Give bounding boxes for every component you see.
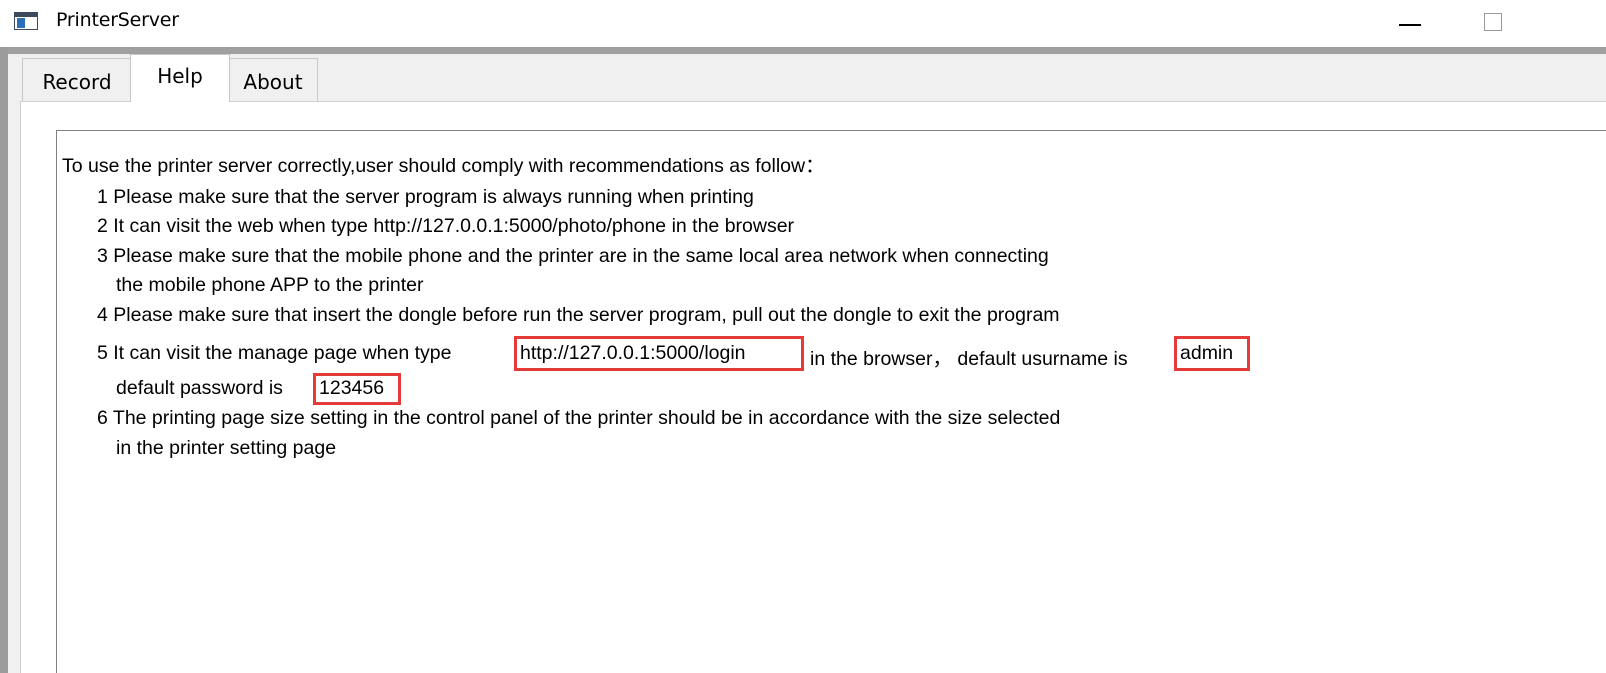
printer-server-window: PrinterServer Record Help About To use t… xyxy=(0,0,1606,673)
window-left-border xyxy=(0,47,8,673)
help-line-3: 3 Please make sure that the mobile phone… xyxy=(97,245,1049,267)
maximize-icon xyxy=(1484,13,1502,31)
titlebar-separator xyxy=(8,47,1606,54)
tab-about[interactable]: About xyxy=(228,58,318,101)
help-line-2: 2 It can visit the web when type http://… xyxy=(97,215,795,237)
help-line-6-continued: in the printer setting page xyxy=(116,437,337,459)
window-title: PrinterServer xyxy=(56,9,179,31)
minimize-button[interactable] xyxy=(1388,0,1434,46)
login-url-highlight: http://127.0.0.1:5000/login xyxy=(514,336,804,371)
default-username-highlight: admin xyxy=(1174,336,1250,371)
help-intro: To use the printer server correctly,user… xyxy=(62,155,825,177)
help-line-5-middle: in the browser， default usurname is xyxy=(810,348,1128,370)
help-text-box[interactable] xyxy=(56,130,1606,673)
app-window-icon[interactable] xyxy=(14,12,38,30)
help-line-4: 4 Please make sure that insert the dongl… xyxy=(97,304,1060,326)
help-line-5-password-label: default password is xyxy=(116,377,283,399)
title-bar[interactable]: PrinterServer xyxy=(0,0,1606,46)
help-line-6: 6 The printing page size setting in the … xyxy=(97,407,1061,429)
help-line-1: 1 Please make sure that the server progr… xyxy=(97,186,754,208)
minimize-icon xyxy=(1399,24,1421,26)
maximize-button[interactable] xyxy=(1470,0,1516,46)
help-line-3-continued: the mobile phone APP to the printer xyxy=(116,274,424,296)
tab-help[interactable]: Help xyxy=(130,54,230,102)
default-password-highlight: 123456 xyxy=(313,373,401,405)
help-line-5-prefix: 5 It can visit the manage page when type xyxy=(97,342,452,364)
tab-record[interactable]: Record xyxy=(22,58,132,101)
